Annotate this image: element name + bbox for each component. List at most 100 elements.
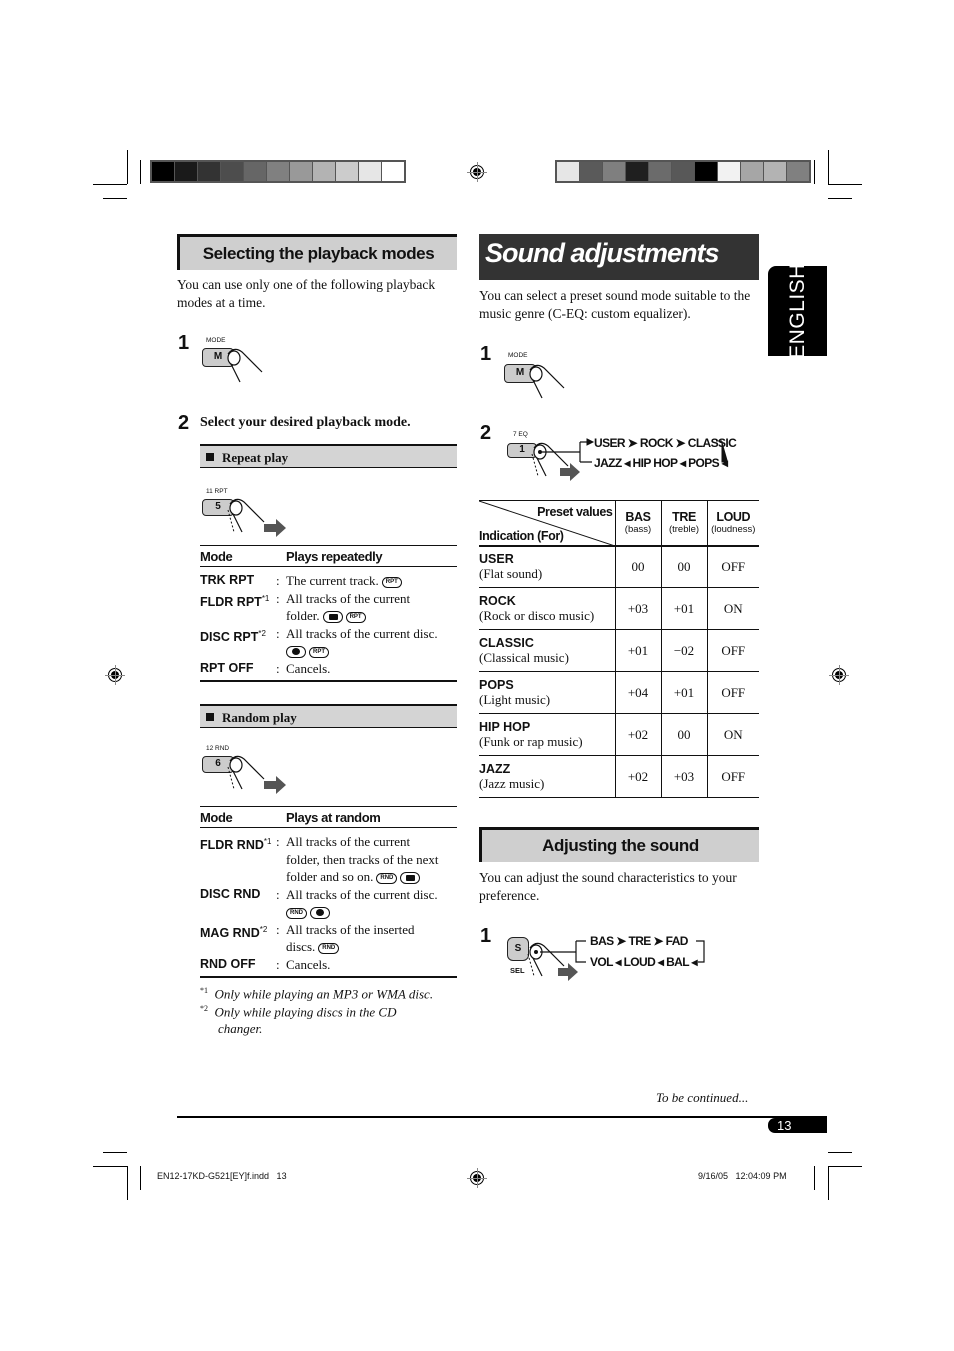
repeat-mode-table: Mode Plays repeatedly TRK RPT: The curren…	[200, 545, 457, 682]
button-key: S	[514, 943, 522, 954]
column-header-loud: LOUD (loudness)	[706, 500, 759, 546]
crop-mark	[103, 1152, 127, 1153]
playback-intro: You can use only one of the following pl…	[177, 277, 436, 310]
color-swatch	[267, 162, 290, 181]
table-row: USER (Flat sound) 00 00 OFF	[479, 545, 759, 588]
color-swatch	[382, 162, 404, 181]
eq-flow-top: USER ➤ ROCK ➤ CLASSIC	[594, 436, 737, 450]
continued-note: To be continued...	[656, 1090, 749, 1105]
bullet-square-icon	[206, 713, 214, 721]
loud-cell: OFF	[706, 545, 759, 588]
color-swatch	[244, 162, 267, 181]
rpt-indicator-icon: RPT	[381, 576, 402, 588]
sound-flow-bottom: VOL ◂ LOUD ◂ BAL ◂	[590, 955, 698, 969]
color-swatch	[221, 162, 244, 181]
bas-cell: +02	[614, 713, 661, 756]
tre-cell: +01	[660, 671, 707, 714]
preset-values-table: Preset values Indication (For) BAS (bass)…	[479, 500, 759, 798]
step-number: 1	[480, 925, 492, 947]
folder-indicator-icon	[322, 611, 343, 624]
mode-name: DISC RPT*2	[200, 628, 266, 644]
indication-cell: CLASSIC (Classical music)	[479, 635, 569, 665]
disc-indicator-icon	[310, 907, 330, 920]
column-header-tre: TRE (treble)	[660, 500, 707, 546]
table-header-row: Preset values Indication (For) BAS (bass)…	[479, 500, 759, 546]
crop-mark	[828, 198, 852, 199]
header-indication: Indication (For)	[479, 528, 564, 543]
bas-cell: +01	[614, 629, 661, 672]
indication-cell: POPS (Light music)	[479, 677, 551, 707]
button-caption: SEL	[510, 966, 525, 975]
sound-flow-top: BAS ➤ TRE ➤ FAD	[590, 934, 688, 948]
crop-mark	[140, 1166, 141, 1190]
loud-cell: OFF	[706, 629, 759, 672]
crop-mark	[93, 184, 127, 185]
table-row: RND OFF: Cancels.	[200, 956, 457, 974]
color-swatch	[626, 162, 649, 181]
loud-cell: OFF	[706, 755, 759, 798]
table-row: DISC RPT*2: All tracks of the current di…	[200, 625, 457, 660]
color-swatch	[764, 162, 787, 181]
color-calibration-bar-left	[150, 160, 406, 183]
file-info: EN12-17KD-G521[EY]f.indd 13	[157, 1171, 287, 1181]
indication-cell: ROCK (Rock or disco music)	[479, 593, 595, 623]
step-instruction: Select your desired playback mode.	[200, 415, 411, 430]
crop-mark	[828, 1166, 829, 1200]
mode-description: Cancels.	[286, 956, 331, 972]
mode-name: RPT OFF	[200, 660, 254, 675]
color-swatch	[198, 162, 221, 181]
subsection-title: Random play	[222, 710, 297, 725]
column-header-bas: BAS (bass)	[614, 500, 661, 546]
bas-cell: +02	[614, 755, 661, 798]
rpt-indicator-icon: RPT	[345, 611, 366, 623]
crop-mark	[828, 1152, 852, 1153]
table-row: CLASSIC (Classical music) +01 −02 OFF	[479, 629, 759, 672]
tre-cell: −02	[660, 629, 707, 672]
indication-cell: USER (Flat sound)	[479, 551, 543, 581]
mode-description: All tracks of the current	[286, 590, 411, 606]
step-number: 1	[178, 332, 190, 354]
step-number: 2	[480, 422, 492, 444]
footnote: *2 Only while playing discs in the CD cha…	[200, 1004, 397, 1037]
bullet-square-icon	[206, 453, 214, 461]
button-caption: 11 RPT	[206, 488, 228, 495]
mode-name: RND OFF	[200, 956, 256, 971]
loud-cell: ON	[706, 587, 759, 630]
color-swatch	[787, 162, 809, 181]
page-number: 13	[777, 1118, 792, 1133]
heading-text: Adjusting the sound	[542, 836, 699, 855]
table-divider	[200, 976, 457, 978]
color-swatch	[290, 162, 313, 181]
mode-name: FLDR RND*1	[200, 837, 272, 853]
crop-mark	[127, 1166, 128, 1200]
table-row: MAG RND*2: All tracks of the inserted dis…	[200, 921, 415, 955]
button-key: M	[213, 351, 223, 362]
color-swatch	[672, 162, 695, 181]
finger-press-hold-icon	[227, 498, 286, 537]
sound-intro: You can select a preset sound mode suita…	[479, 288, 751, 321]
header-preset-values: Preset values	[537, 505, 613, 519]
mode-description: Cancels.	[286, 660, 331, 676]
heading-text: Selecting the playback modes	[202, 244, 435, 263]
crop-mark	[93, 1166, 127, 1167]
crop-mark	[828, 184, 862, 185]
indication-cell: HIP HOP (Funk or rap music)	[479, 719, 583, 749]
language-tab: ENGLISH	[768, 263, 827, 359]
color-swatch	[336, 162, 359, 181]
table-row: FLDR RPT*1: All tracks of the current fol…	[200, 590, 411, 624]
tre-cell: 00	[660, 545, 707, 588]
button-key: M	[515, 367, 525, 378]
tre-cell: +01	[660, 587, 707, 630]
rpt-indicator-icon: RPT	[309, 646, 329, 658]
bas-cell: +04	[614, 671, 661, 714]
mode-name: DISC RND	[200, 886, 261, 901]
mode-description: All tracks of the current disc.	[286, 886, 438, 902]
column-header: Plays repeatedly	[286, 548, 383, 564]
button-key: 1	[519, 444, 525, 455]
subsection-random-play: Random play	[200, 704, 457, 728]
registration-mark-icon	[467, 1168, 487, 1188]
mode-name: FLDR RPT*1	[200, 593, 270, 609]
color-swatch	[175, 162, 198, 181]
section-heading-adjusting-sound: Adjusting the sound	[479, 827, 759, 862]
rnd-indicator-icon: RND	[376, 872, 398, 884]
